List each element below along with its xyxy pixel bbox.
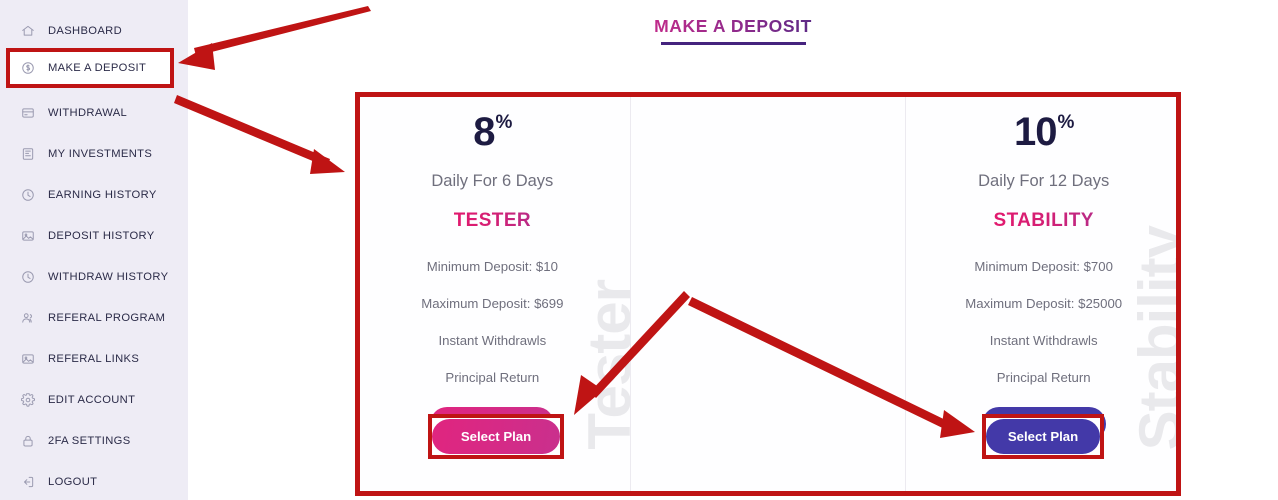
plan-percent-value: 10: [1013, 110, 1057, 154]
app-root: DASHBOARD MAKE A DEPOSIT WITHDRAWAL MY INVE…: [0, 0, 1278, 500]
plan-principal-return: Principal Return: [996, 370, 1091, 385]
plan-duration: Daily For 6 Days: [431, 172, 554, 190]
book-icon: [20, 146, 35, 161]
sidebar: DASHBOARD MAKE A DEPOSIT WITHDRAWAL MY INVE…: [0, 0, 188, 500]
card-icon: [20, 105, 35, 120]
sidebar-item-label: WITHDRAWAL: [48, 106, 128, 119]
sidebar-item-referal-program[interactable]: REFERAL PROGRAM: [0, 297, 188, 338]
users-icon: [20, 310, 35, 325]
plan-minimum-deposit: Minimum Deposit: $700: [974, 259, 1113, 274]
sidebar-item-label: MY INVESTMENTS: [48, 147, 153, 160]
sidebar-item-my-investments[interactable]: MY INVESTMENTS: [0, 133, 188, 174]
home-icon: [20, 23, 35, 38]
plan-card: 8% Daily For 6 Days TESTER Minimum Deposit:…: [355, 92, 630, 496]
sidebar-item-label: EARNING HISTORY: [48, 188, 157, 201]
page-title-wrap: MAKE A DEPOSIT: [188, 0, 1278, 45]
sidebar-item-label: REFERAL LINKS: [48, 352, 140, 365]
image-icon: [20, 228, 35, 243]
plan-withdrawals: Instant Withdrawls: [438, 333, 547, 348]
dollar-circle-icon: [20, 64, 35, 79]
sidebar-item-referal-links[interactable]: REFERAL LINKS: [0, 338, 188, 379]
plan-duration: Daily For 12 Days: [978, 172, 1110, 190]
plan-card: [629, 92, 906, 496]
gear-icon: [20, 392, 35, 407]
main-content: MAKE A DEPOSIT 8% Daily For 6 Days TESTER M…: [188, 0, 1278, 500]
sidebar-item-logout[interactable]: LOGOUT: [0, 461, 188, 500]
plan-principal-return: Principal Return: [445, 370, 540, 385]
image-icon: [20, 351, 35, 366]
percent-symbol: %: [495, 112, 513, 133]
plan-maximum-deposit: Maximum Deposit: $699: [421, 296, 564, 311]
logout-icon: [20, 474, 35, 489]
plan-percent: 8%: [473, 110, 513, 154]
sidebar-item-label: REFERAL PROGRAM: [48, 311, 166, 324]
plan-maximum-deposit: Maximum Deposit: $25000: [965, 296, 1123, 311]
clock-icon: [20, 187, 35, 202]
plan-percent-value: 8: [473, 110, 495, 154]
percent-symbol: %: [1057, 112, 1074, 133]
plan-percent: 10%: [1013, 110, 1074, 154]
plan-watermark: Tester: [575, 280, 630, 450]
select-plan-button[interactable]: Select Plan: [981, 407, 1106, 441]
plan-card: 10% Daily For 12 Days STABILITY Minimum Dep…: [905, 92, 1182, 496]
sidebar-item-edit-account[interactable]: EDIT ACCOUNT: [0, 379, 188, 420]
sidebar-item-label: EDIT ACCOUNT: [48, 393, 136, 406]
sidebar-item-earning-history[interactable]: EARNING HISTORY: [0, 174, 188, 215]
plan-name: STABILITY: [993, 210, 1094, 231]
sidebar-item-withdrawal[interactable]: WITHDRAWAL: [0, 92, 188, 133]
page-title: MAKE A DEPOSIT: [654, 0, 812, 37]
plan-minimum-deposit: Minimum Deposit: $10: [426, 259, 558, 274]
plan-withdrawals: Instant Withdrawls: [989, 333, 1098, 348]
sidebar-item-label: LOGOUT: [48, 475, 98, 488]
plan-name: TESTER: [453, 210, 532, 231]
page-title-underline: [660, 42, 806, 45]
sidebar-item-label: DEPOSIT HISTORY: [48, 229, 155, 242]
sidebar-item-dashboard[interactable]: DASHBOARD: [0, 10, 188, 51]
sidebar-item-label: MAKE A DEPOSIT: [48, 65, 147, 78]
sidebar-item-label: WITHDRAW HISTORY: [48, 270, 169, 283]
select-plan-button[interactable]: Select Plan: [430, 407, 555, 441]
lock-icon: [20, 433, 35, 448]
sidebar-item-withdraw-history[interactable]: WITHDRAW HISTORY: [0, 256, 188, 297]
plans-container: 8% Daily For 6 Days TESTER Minimum Deposit:…: [355, 92, 1182, 496]
sidebar-item-label: 2FA SETTINGS: [48, 434, 131, 447]
sidebar-item-label: DASHBOARD: [48, 24, 123, 37]
plan-watermark: Stability: [1127, 225, 1182, 450]
sidebar-item-2fa-settings[interactable]: 2FA SETTINGS: [0, 420, 188, 461]
sidebar-item-make-a-deposit[interactable]: MAKE A DEPOSIT: [0, 51, 188, 92]
clock-icon: [20, 269, 35, 284]
sidebar-item-deposit-history[interactable]: DEPOSIT HISTORY: [0, 215, 188, 256]
